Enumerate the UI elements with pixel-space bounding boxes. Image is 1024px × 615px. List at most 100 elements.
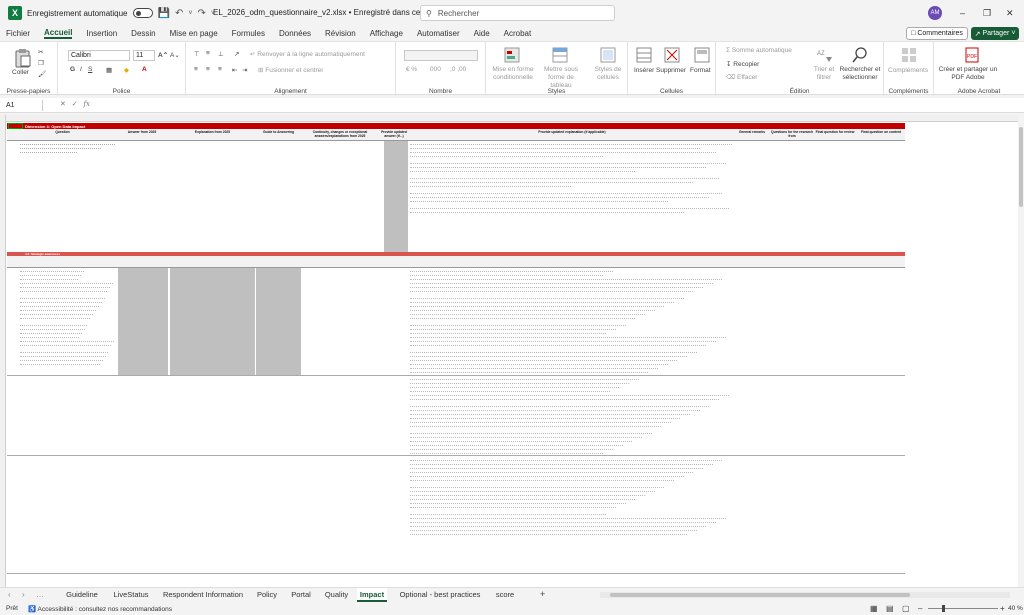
menu-tab-fichier[interactable]: Fichier [6,29,30,38]
decrease-indent-icon[interactable]: ⇤ [232,66,237,74]
cell-styles-button[interactable]: Styles de cellules [592,66,624,82]
comments-button[interactable]: □ Commentaires [906,27,968,40]
menu-tab-insertion[interactable]: Insertion [86,29,117,38]
undo-dropdown-icon[interactable]: ˅ [188,10,192,17]
font-size-select[interactable]: 11 [133,50,155,61]
h-scroll-thumb[interactable] [610,593,910,597]
format-button[interactable]: Format [690,67,711,74]
accessibility-status[interactable]: ♿ Accessibilité : consultez nos recomman… [28,605,172,613]
addins-button[interactable]: Compléments [888,67,928,74]
sort-filter-button[interactable]: Trier et filtrer [812,66,836,82]
horizontal-scrollbar[interactable] [600,592,1010,598]
increase-indent-icon[interactable]: ⇥ [242,66,247,74]
menu-tab-acrobat[interactable]: Acrobat [504,29,532,38]
align-center-icon[interactable]: ≡ [206,66,210,73]
copy-icon[interactable]: ❐ [38,59,44,67]
explanation-column-rows[interactable] [410,269,732,579]
increase-font-icon[interactable]: A⌃ [158,51,168,59]
normal-view-icon[interactable]: ▦ [870,604,878,613]
borders-icon[interactable]: ▦ [106,66,112,74]
name-box[interactable]: A1 [3,100,43,111]
menu-tab-donn-es[interactable]: Données [279,29,311,38]
fill-color-icon[interactable]: ◆ [124,66,129,74]
find-select-button[interactable]: Rechercher et sélectionner [838,66,882,82]
gray-cell-answer-2025[interactable] [118,268,168,375]
align-top-icon[interactable]: ⊤ [194,50,200,58]
formula-input[interactable] [92,100,1012,111]
wrap-text-button[interactable]: ↵ Renvoyer à la ligne automatiquement [250,50,365,58]
menu-tab-affichage[interactable]: Affichage [370,29,403,38]
font-color-icon[interactable]: A [142,66,147,73]
document-title[interactable]: EL_2026_odm_questionnaire_v2.xlsx • Enre… [213,8,434,17]
scroll-thumb[interactable] [1019,127,1023,207]
zoom-slider[interactable] [928,608,998,609]
question-cell-1[interactable] [20,142,115,162]
minimize-icon[interactable]: – [960,8,965,18]
currency-icon[interactable]: € % [406,66,417,73]
clear-button[interactable]: ⌫ Effacer [726,73,757,81]
menu-tab-formules[interactable]: Formules [232,29,265,38]
redo-icon[interactable]: ↷ [197,8,205,19]
worksheet-grid[interactable]: Dimension 4: Open Data Impact Question A… [0,115,1018,587]
sheet-tab-impact[interactable]: Impact [357,588,387,602]
restore-icon[interactable]: ❐ [983,8,991,19]
tab-prev-icon[interactable]: ‹ [8,590,11,599]
sheet-tab-livestatus[interactable]: LiveStatus [108,588,154,602]
format-table-button[interactable]: Mettre sous forme de tableau [538,66,584,90]
search-box[interactable]: ⚲ Rechercher [420,5,615,21]
sheet-tab-optional-best-practices[interactable]: Optional - best practices [394,588,486,602]
menu-tab-mise-en-page[interactable]: Mise en page [170,29,218,38]
sheet-tab-respondent-information[interactable]: Respondent Information [158,588,248,602]
confirm-entry-icon[interactable]: ✓ [72,101,78,108]
paste-button[interactable]: Coller [12,69,29,76]
explanation-cell-1[interactable] [410,142,732,250]
column-headers[interactable] [0,115,1018,122]
sheet-tab-guideline[interactable]: Guideline [60,588,104,602]
align-left-icon[interactable]: ≡ [194,66,198,73]
create-pdf-button[interactable]: Créer et partager un PDF Adobe [938,66,998,82]
undo-icon[interactable]: ↶ [175,8,183,19]
fill-button[interactable]: ↧ Recopier [726,60,759,68]
insert-function-icon[interactable]: fx [83,100,90,108]
gray-cell-guide[interactable] [256,268,301,375]
zoom-out-icon[interactable]: – [918,604,922,613]
bold-icon[interactable]: G [70,66,75,73]
question-column-rows[interactable] [20,269,115,569]
align-middle-icon[interactable]: ≡ [206,50,210,57]
gray-answer-cell-1[interactable] [384,141,408,252]
menu-tab-r-vision[interactable]: Révision [325,29,356,38]
paste-icon[interactable] [14,48,32,68]
cancel-entry-icon[interactable]: ✕ [60,101,66,108]
user-avatar[interactable]: AM [928,6,942,20]
insert-button[interactable]: Insérer [634,67,654,74]
menu-tab-automatiser[interactable]: Automatiser [417,29,460,38]
sheet-tab-portal[interactable]: Portal [286,588,316,602]
delete-button[interactable]: Supprimer [656,67,686,74]
gray-cell-explanation-2025[interactable] [170,268,255,375]
sheet-tab-score[interactable]: score [490,588,520,602]
menu-tab-aide[interactable]: Aide [474,29,490,38]
menu-tab-dessin[interactable]: Dessin [131,29,155,38]
save-icon[interactable]: 💾 [158,8,170,19]
thousands-icon[interactable]: 000 [430,66,441,73]
decrease-font-icon[interactable]: A⌄ [170,51,180,59]
zoom-in-icon[interactable]: + [1000,604,1005,613]
italic-icon[interactable]: I [80,66,82,73]
autosave-toggle[interactable] [132,8,153,18]
close-icon[interactable]: ✕ [1006,8,1014,19]
page-break-icon[interactable]: ▢ [902,604,910,613]
orientation-icon[interactable]: ↗ [234,50,239,58]
format-painter-icon[interactable]: 🖌 [38,70,46,78]
align-right-icon[interactable]: ≡ [218,66,222,73]
zoom-slider-thumb[interactable] [942,605,945,612]
tab-next-icon[interactable]: › [22,590,25,599]
number-format-select[interactable] [404,50,478,61]
merge-center-button[interactable]: ⊞ Fusionner et centrer [258,66,323,74]
page-layout-icon[interactable]: ▤ [886,604,894,613]
sheet-tab-policy[interactable]: Policy [253,588,281,602]
zoom-level[interactable]: 40 % [1008,605,1023,612]
cut-icon[interactable]: ✂ [38,48,43,56]
underline-icon[interactable]: S [88,66,92,73]
row-headers[interactable] [0,115,6,587]
conditional-format-button[interactable]: Mise en forme conditionnelle [490,66,536,82]
